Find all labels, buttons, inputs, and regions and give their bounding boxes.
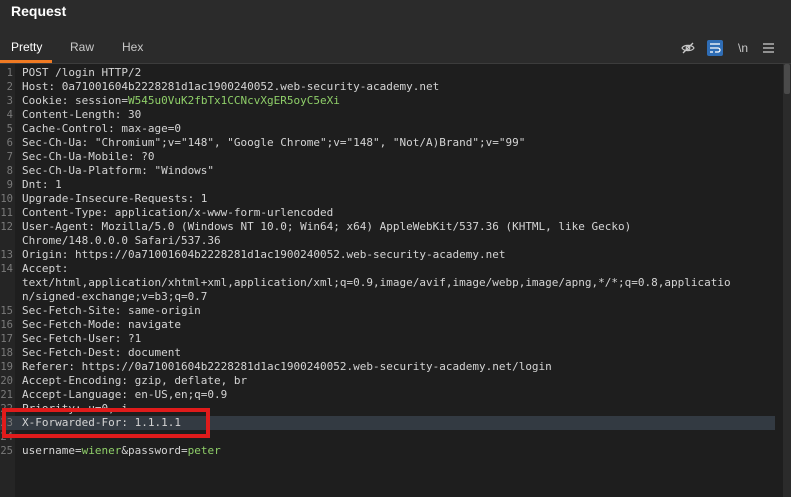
hamburger-menu-icon[interactable] xyxy=(760,40,776,56)
cookie-header-name: Cookie: session= xyxy=(22,94,128,107)
request-line[interactable]: 18 Sec-Fetch-Dest: document xyxy=(0,346,775,360)
line-text[interactable]: Cache-Control: max-age=0 xyxy=(22,122,181,136)
request-line[interactable]: 1 POST /login HTTP/2 xyxy=(0,66,775,80)
line-text[interactable]: User-Agent: Mozilla/5.0 (Windows NT 10.0… xyxy=(22,220,631,234)
line-number: 25 xyxy=(0,445,13,457)
line-number: 4 xyxy=(6,109,13,121)
request-line[interactable]: 2 Host: 0a71001604b2228281d1ac1900240052… xyxy=(0,80,775,94)
param-key-password: password xyxy=(127,444,181,457)
line-text[interactable]: Origin: https://0a71001604b2228281d1ac19… xyxy=(22,248,505,262)
tab-pretty[interactable]: Pretty xyxy=(11,40,42,54)
line-text[interactable]: Sec-Fetch-Dest: document xyxy=(22,346,181,360)
line-number: 20 xyxy=(0,375,13,387)
vertical-scrollbar[interactable] xyxy=(783,64,791,497)
line-number: 17 xyxy=(0,333,13,345)
request-line[interactable]: 14 Accept: xyxy=(0,262,775,276)
line-number: 18 xyxy=(0,347,13,359)
annotation-highlight-box xyxy=(2,408,210,438)
view-tabs: Pretty Raw Hex xyxy=(0,32,791,63)
line-text[interactable]: Content-Type: application/x-www-form-url… xyxy=(22,206,333,220)
line-text[interactable]: Accept: xyxy=(22,262,68,276)
line-text[interactable]: Accept-Encoding: gzip, deflate, br xyxy=(22,374,247,388)
request-line[interactable]: 20 Accept-Encoding: gzip, deflate, br xyxy=(0,374,775,388)
request-line[interactable]: 5 Cache-Control: max-age=0 xyxy=(0,122,775,136)
line-number: 6 xyxy=(6,137,13,149)
line-text[interactable]: Sec-Fetch-Mode: navigate xyxy=(22,318,181,332)
line-number: 15 xyxy=(0,305,13,317)
request-line[interactable]: 7 Sec-Ch-Ua-Mobile: ?0 xyxy=(0,150,775,164)
request-line[interactable]: 19 Referer: https://0a71001604b2228281d1… xyxy=(0,360,775,374)
line-number: 7 xyxy=(6,151,13,163)
line-number: 19 xyxy=(0,361,13,373)
request-line[interactable]: 17 Sec-Fetch-User: ?1 xyxy=(0,332,775,346)
line-text[interactable]: Accept-Language: en-US,en;q=0.9 xyxy=(22,388,227,402)
newline-toggle-button[interactable]: \n xyxy=(735,40,751,56)
request-body-line[interactable]: 25 username=wiener&password=peter xyxy=(0,444,775,458)
request-line-wrapped[interactable]: text/html,application/xhtml+xml,applicat… xyxy=(0,276,775,290)
line-text[interactable]: Chrome/148.0.0.0 Safari/537.36 xyxy=(22,234,221,248)
panel-header: Request xyxy=(0,0,791,24)
panel-title: Request xyxy=(11,3,67,19)
line-text[interactable]: text/html,application/xhtml+xml,applicat… xyxy=(22,276,731,290)
request-line[interactable]: 16 Sec-Fetch-Mode: navigate xyxy=(0,318,775,332)
eye-slash-icon[interactable] xyxy=(680,40,696,56)
tab-hex[interactable]: Hex xyxy=(122,40,143,54)
line-number: 10 xyxy=(0,193,13,205)
line-text[interactable]: Upgrade-Insecure-Requests: 1 xyxy=(22,192,207,206)
line-text[interactable]: Sec-Fetch-Site: same-origin xyxy=(22,304,201,318)
request-line[interactable]: 15 Sec-Fetch-Site: same-origin xyxy=(0,304,775,318)
request-line[interactable]: 6 Sec-Ch-Ua: "Chromium";v="148", "Google… xyxy=(0,136,775,150)
request-line[interactable]: 11 Content-Type: application/x-www-form-… xyxy=(0,206,775,220)
line-text[interactable]: Sec-Ch-Ua-Platform: "Windows" xyxy=(22,164,214,178)
line-text[interactable]: Cookie: session=W545u0VuK2fbTx1CCNcvXgER… xyxy=(22,94,340,108)
param-value-username[interactable]: wiener xyxy=(82,444,122,457)
line-number: 2 xyxy=(6,81,13,93)
line-number: 5 xyxy=(6,123,13,135)
line-text[interactable]: POST /login HTTP/2 xyxy=(22,66,141,80)
request-line-wrapped[interactable]: Chrome/148.0.0.0 Safari/537.36 xyxy=(0,234,775,248)
line-number: 9 xyxy=(6,179,13,191)
line-number: 8 xyxy=(6,165,13,177)
request-line[interactable]: 3 Cookie: session=W545u0VuK2fbTx1CCNcvXg… xyxy=(0,94,775,108)
request-line[interactable]: 12 User-Agent: Mozilla/5.0 (Windows NT 1… xyxy=(0,220,775,234)
request-line[interactable]: 9 Dnt: 1 xyxy=(0,178,775,192)
line-number: 14 xyxy=(0,263,13,275)
line-text[interactable]: Sec-Ch-Ua-Mobile: ?0 xyxy=(22,150,154,164)
line-text[interactable]: Referer: https://0a71001604b2228281d1ac1… xyxy=(22,360,552,374)
line-number: 12 xyxy=(0,221,13,233)
line-text[interactable]: Sec-Fetch-User: ?1 xyxy=(22,332,141,346)
line-number: 16 xyxy=(0,319,13,331)
line-text[interactable]: Content-Length: 30 xyxy=(22,108,141,122)
request-line[interactable]: 10 Upgrade-Insecure-Requests: 1 xyxy=(0,192,775,206)
request-line-wrapped[interactable]: n/signed-exchange;v=b3;q=0.7 xyxy=(0,290,775,304)
line-number: 1 xyxy=(6,67,13,79)
line-text[interactable]: Host: 0a71001604b2228281d1ac1900240052.w… xyxy=(22,80,439,94)
tab-raw[interactable]: Raw xyxy=(70,40,94,54)
line-number: 11 xyxy=(0,207,13,219)
request-line[interactable]: 21 Accept-Language: en-US,en;q=0.9 xyxy=(0,388,775,402)
line-number: 13 xyxy=(0,249,13,261)
line-text[interactable]: Dnt: 1 xyxy=(22,178,62,192)
session-cookie-value[interactable]: W545u0VuK2fbTx1CCNcvXgER5oyC5eXi xyxy=(128,94,340,107)
request-line[interactable]: 8 Sec-Ch-Ua-Platform: "Windows" xyxy=(0,164,775,178)
line-text[interactable]: Sec-Ch-Ua: "Chromium";v="148", "Google C… xyxy=(22,136,525,150)
request-line[interactable]: 13 Origin: https://0a71001604b2228281d1a… xyxy=(0,248,775,262)
scrollbar-thumb[interactable] xyxy=(784,64,790,94)
request-body[interactable]: username=wiener&password=peter xyxy=(22,444,221,458)
request-line[interactable]: 4 Content-Length: 30 xyxy=(0,108,775,122)
line-text[interactable]: n/signed-exchange;v=b3;q=0.7 xyxy=(22,290,207,304)
word-wrap-icon[interactable] xyxy=(707,40,723,56)
line-number: 3 xyxy=(6,95,13,107)
line-number: 21 xyxy=(0,389,13,401)
param-key-username: username xyxy=(22,444,75,457)
param-value-password[interactable]: peter xyxy=(188,444,221,457)
